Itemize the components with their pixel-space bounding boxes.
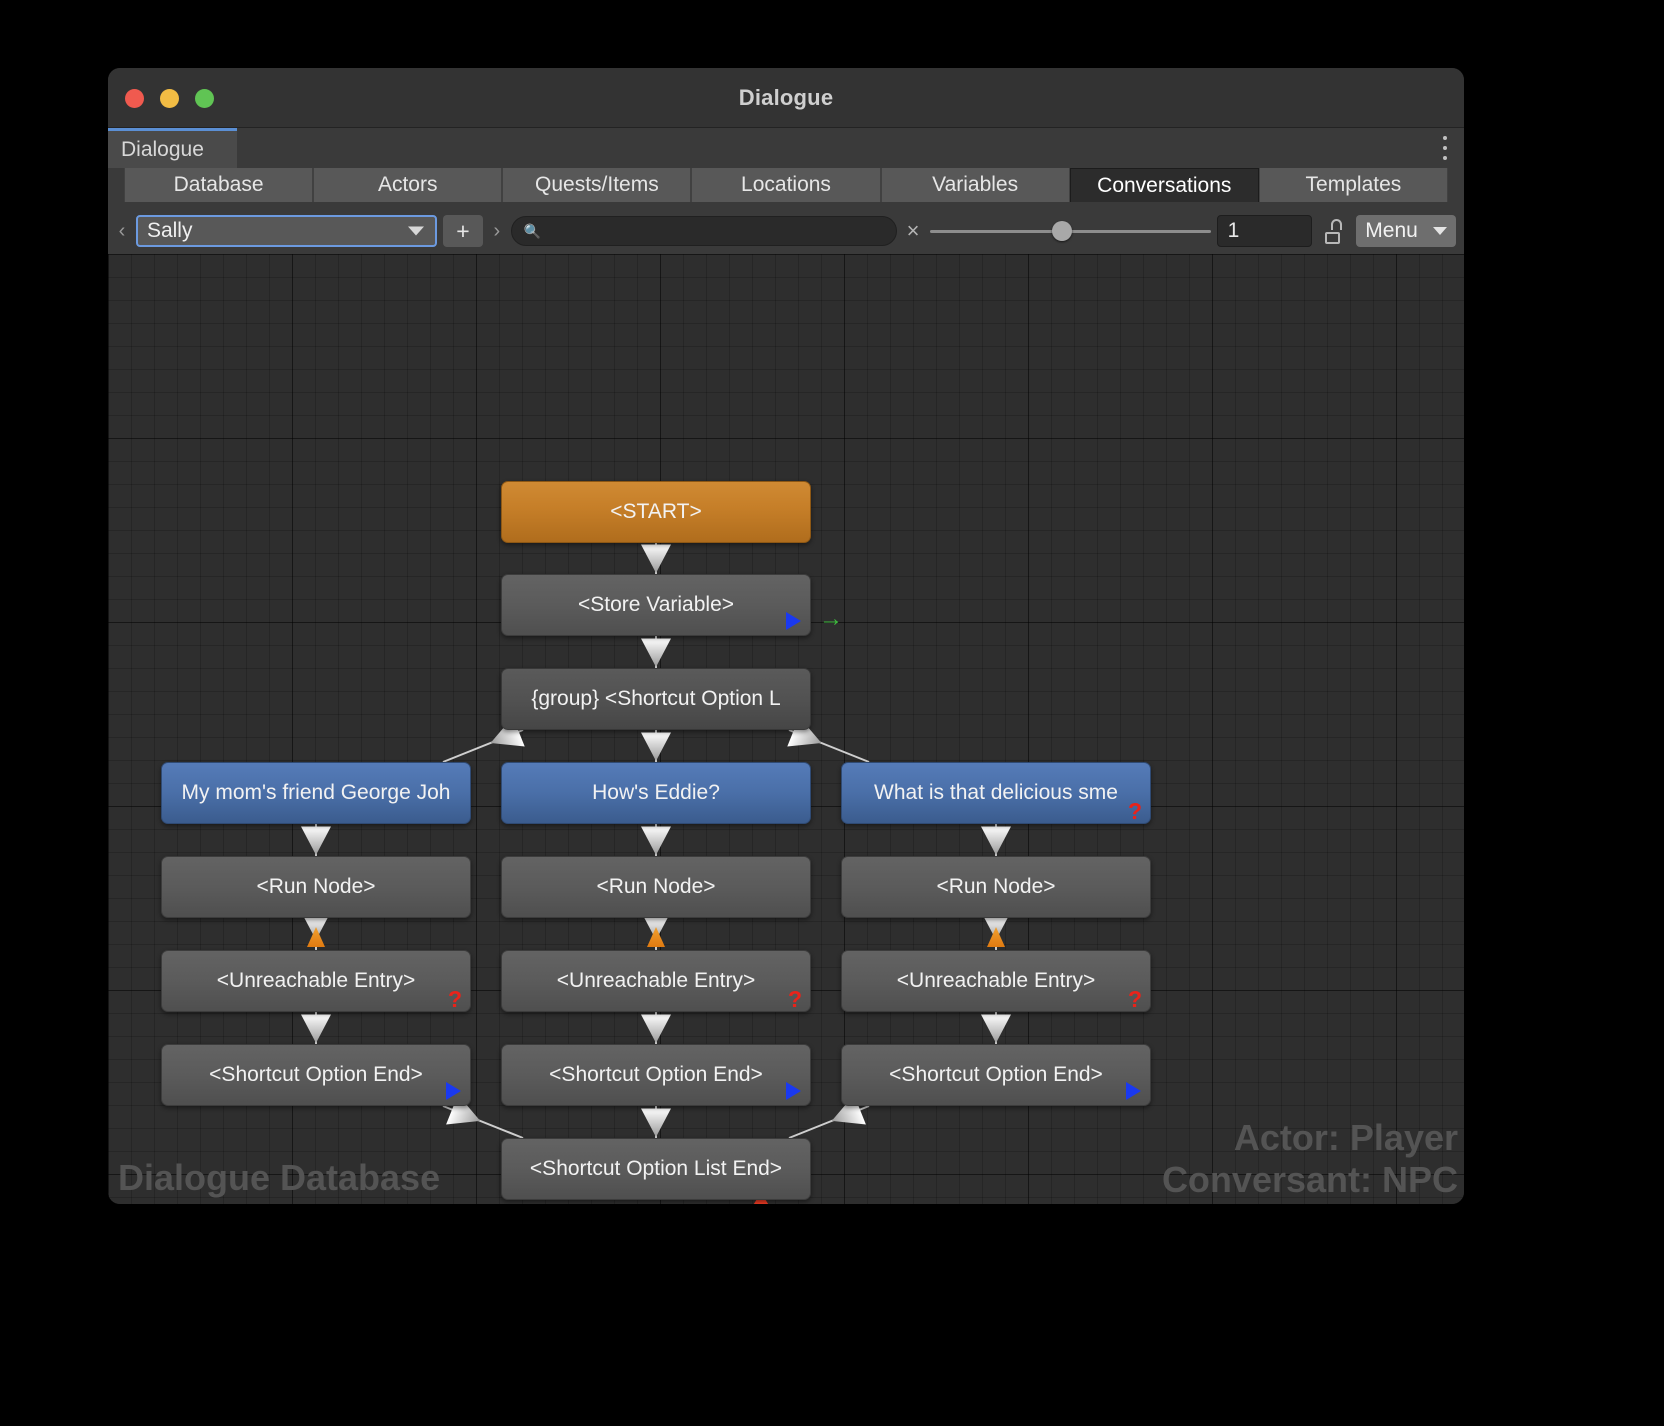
node-label: <Shortcut Option End> <box>209 1063 423 1086</box>
script-play-icon <box>446 1082 461 1100</box>
menu-dropdown-label: Menu <box>1365 219 1418 242</box>
window-titlebar: Dialogue <box>108 68 1464 128</box>
tab-label: Conversations <box>1097 173 1232 197</box>
script-play-icon <box>786 1082 801 1100</box>
search-input[interactable] <box>547 220 882 242</box>
unlocked-lock-icon[interactable] <box>1322 218 1346 244</box>
conversant-watermark-label: Conversant: NPC <box>1161 1159 1458 1200</box>
tab-database[interactable]: Database <box>124 168 314 202</box>
node-label: How's Eddie? <box>592 781 720 804</box>
node-label: {group} <Shortcut Option L <box>531 687 781 710</box>
tab-label: Variables <box>932 173 1019 196</box>
condition-question-icon: ? <box>447 986 462 1012</box>
tab-label: Templates <box>1305 173 1402 196</box>
tab-variables[interactable]: Variables <box>880 168 1070 202</box>
tab-label: Actors <box>377 173 438 196</box>
tab-quests-items[interactable]: Quests/Items <box>502 168 692 202</box>
node-label: <Shortcut Option List End> <box>529 1157 783 1180</box>
add-conversation-button[interactable]: + <box>443 215 483 247</box>
clear-search-button[interactable]: × <box>907 218 920 244</box>
node-label: My mom's friend George Joh <box>181 781 451 804</box>
dialogue-node-opt1[interactable]: My mom's friend George Joh <box>161 762 471 824</box>
dialogue-node-start[interactable]: <START> <box>501 481 811 543</box>
dialogue-node-sol[interactable]: {group} <Shortcut Option L <box>501 668 811 730</box>
add-conversation-label: + <box>456 217 470 244</box>
tab-label: Database <box>173 173 264 196</box>
chevron-down-icon <box>408 226 425 236</box>
menu-dropdown[interactable]: Menu <box>1356 215 1457 247</box>
dialogue-node-unr1[interactable]: <Unreachable Entry>? <box>161 950 471 1012</box>
dialogue-node-end1[interactable]: <Shortcut Option End> <box>161 1044 471 1106</box>
node-label: What is that delicious sme <box>874 781 1118 804</box>
node-label: <Unreachable Entry> <box>216 969 416 992</box>
dialogue-node-store[interactable]: <Store Variable> <box>501 574 811 636</box>
condition-question-icon: ? <box>1127 798 1142 824</box>
section-tabs: Database Actors Quests/Items Locations Varia… <box>108 168 1464 208</box>
node-label: <Shortcut Option End> <box>889 1063 1103 1086</box>
search-field[interactable]: 🔍 <box>510 216 897 246</box>
dialogue-node-run1[interactable]: <Run Node> <box>161 856 471 918</box>
tab-label: Locations <box>741 173 831 196</box>
condition-question-icon: ? <box>1127 986 1142 1012</box>
zoom-value-text: 1 <box>1227 219 1240 242</box>
node-label: <Shortcut Option End> <box>549 1063 763 1086</box>
dialogue-node-listend[interactable]: <Shortcut Option List End> <box>501 1138 811 1200</box>
script-play-icon <box>786 612 801 630</box>
tab-label: Quests/Items <box>535 173 659 196</box>
conversation-toolbar: ‹ Sally + › 🔍 × 1 Menu <box>108 208 1464 254</box>
dialogue-node-opt3[interactable]: What is that delicious sme? <box>841 762 1151 824</box>
sequence-arrow-icon: → <box>819 605 843 632</box>
screenshot-root: Dialogue Dialogue Database Actors Quests/I… <box>0 0 1664 1426</box>
node-label: <Unreachable Entry> <box>556 969 756 992</box>
zoom-value-input[interactable]: 1 <box>1216 215 1313 247</box>
node-label: <Run Node> <box>596 875 716 898</box>
dialogue-node-canvas[interactable]: Dialogue Database Actor: Player Conversa… <box>108 254 1464 1204</box>
dialogue-node-unr2[interactable]: <Unreachable Entry>? <box>501 950 811 1012</box>
chevron-down-icon <box>1433 227 1448 235</box>
zoom-slider[interactable] <box>929 221 1211 241</box>
node-label: <Unreachable Entry> <box>896 969 1096 992</box>
actor-watermark-label: Actor: Player <box>1233 1117 1458 1158</box>
next-conversation-button[interactable]: › <box>489 220 505 243</box>
window-title: Dialogue <box>738 85 834 110</box>
tab-conversations[interactable]: Conversations <box>1069 168 1259 202</box>
editor-tab-label: Dialogue <box>121 137 204 161</box>
conversation-dropdown-value: Sally <box>146 219 193 242</box>
search-icon: 🔍 <box>523 222 542 239</box>
previous-conversation-button[interactable]: ‹ <box>114 220 130 243</box>
dialogue-node-end3[interactable]: <Shortcut Option End> <box>841 1044 1151 1106</box>
node-label: <START> <box>610 500 702 523</box>
database-watermark-label: Dialogue Database <box>118 1157 441 1198</box>
editor-tab-dialogue[interactable]: Dialogue <box>108 128 237 168</box>
dialogue-node-run3[interactable]: <Run Node> <box>841 856 1151 918</box>
condition-question-icon: ? <box>787 986 802 1012</box>
script-play-icon <box>1126 1082 1141 1100</box>
node-label: <Run Node> <box>256 875 376 898</box>
tab-templates[interactable]: Templates <box>1258 168 1448 202</box>
dialogue-node-end2[interactable]: <Shortcut Option End> <box>501 1044 811 1106</box>
dialogue-editor-window: Dialogue Dialogue Database Actors Quests/I… <box>108 68 1464 1204</box>
conversation-dropdown[interactable]: Sally <box>135 215 438 247</box>
tab-actors[interactable]: Actors <box>313 168 503 202</box>
tab-locations[interactable]: Locations <box>691 168 881 202</box>
node-label: <Run Node> <box>936 875 1056 898</box>
more-options-icon[interactable] <box>1442 136 1448 160</box>
zoom-slider-handle[interactable] <box>1051 221 1072 241</box>
node-label: <Store Variable> <box>577 593 735 616</box>
dialogue-node-run2[interactable]: <Run Node> <box>501 856 811 918</box>
editor-tabstrip: Dialogue <box>108 128 1464 168</box>
dialogue-node-opt2[interactable]: How's Eddie? <box>501 762 811 824</box>
dialogue-node-unr3[interactable]: <Unreachable Entry>? <box>841 950 1151 1012</box>
